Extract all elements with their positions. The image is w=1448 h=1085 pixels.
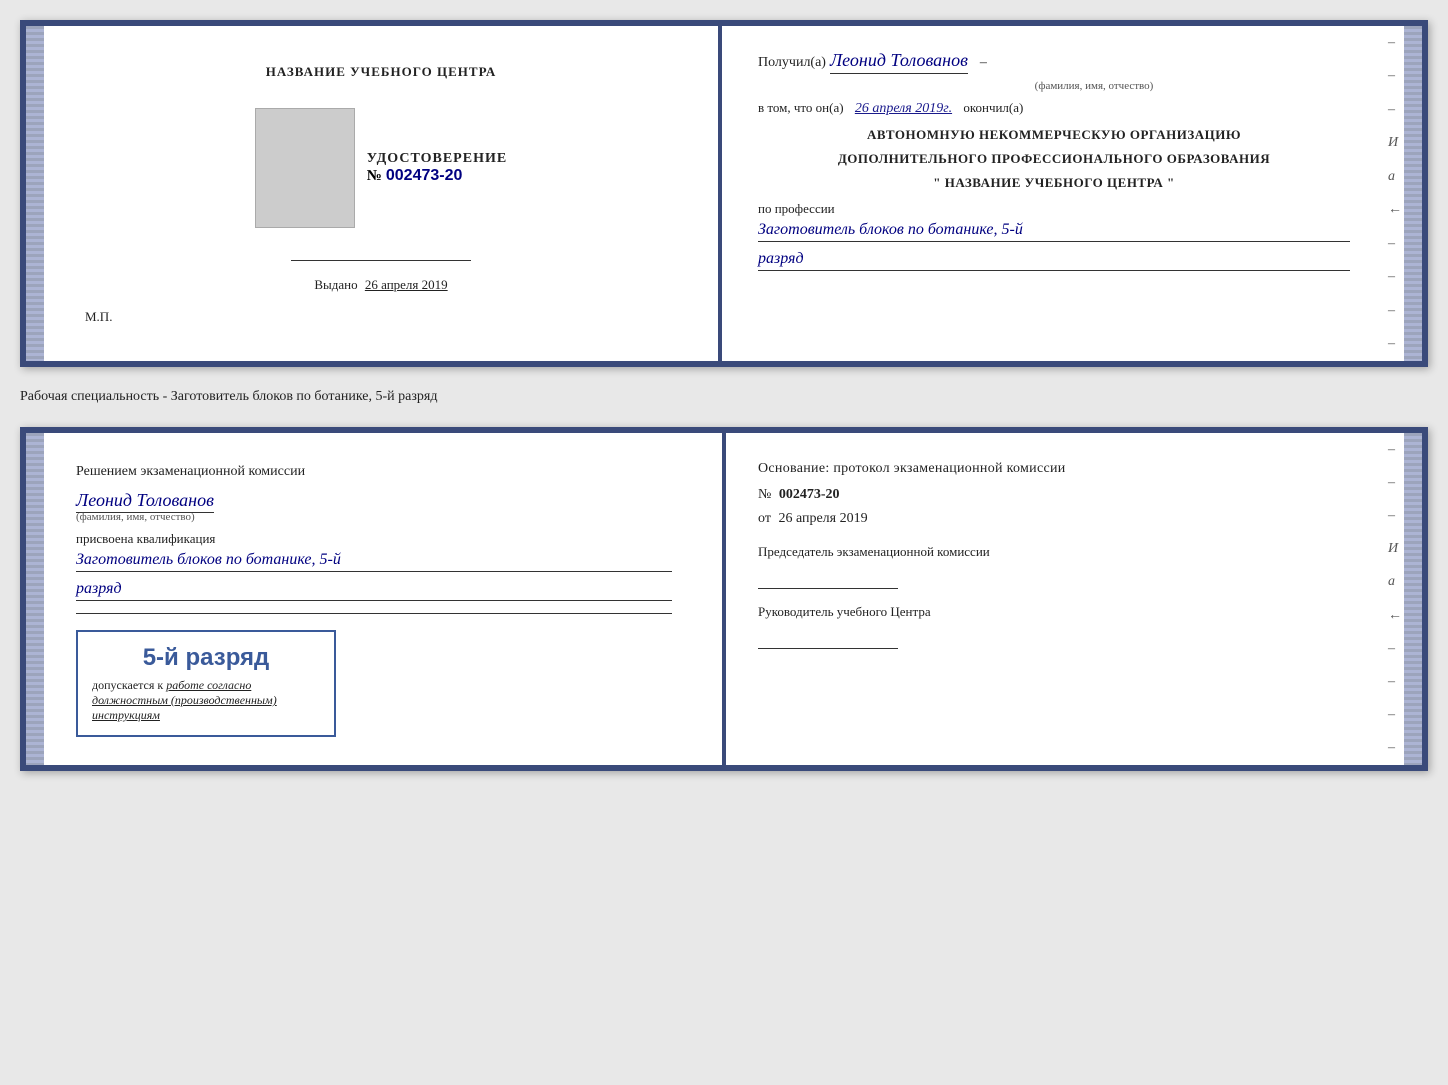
marker-arrow: ← xyxy=(1388,203,1402,217)
exam-name-block: Леонид Толованов (фамилия, имя, отчество… xyxy=(76,490,672,523)
basis-label: Основание: протокол экзаменационной коми… xyxy=(758,461,1354,477)
stamp-box: 5-й разряд допускается к работе согласно… xyxy=(76,630,336,737)
stamp-admit: допускается к работе согласно должностны… xyxy=(92,678,320,723)
issued-date: 26 апреля 2019 xyxy=(365,277,448,292)
photo-placeholder xyxy=(255,108,355,228)
dash-3: – xyxy=(1388,103,1402,117)
assigned-label: присвоена квалификация xyxy=(76,531,672,547)
fio-label-cert: (фамилия, имя, отчество) xyxy=(838,80,1350,92)
profession-label: по профессии xyxy=(758,201,1350,217)
profession-text: Заготовитель блоков по ботанике, 5-й xyxy=(758,221,1350,242)
exam-fio-label: (фамилия, имя, отчество) xyxy=(76,511,672,523)
exam-marker-arrow: ← xyxy=(1388,609,1402,623)
decision-label: Решением экзаменационной комиссии xyxy=(76,461,672,482)
cert-right-panel: Получил(а) Леонид Толованов – (фамилия, … xyxy=(722,26,1422,361)
marker-a: а xyxy=(1388,170,1402,184)
exam-dash-5: – xyxy=(1388,675,1402,689)
exam-dash-4: – xyxy=(1388,642,1402,656)
exam-date: 26 апреля 2019 xyxy=(778,511,867,526)
exam-left-inner: Решением экзаменационной комиссии Леонид… xyxy=(76,461,672,737)
exam-dash-3: – xyxy=(1388,509,1402,523)
issued-line: Выдано 26 апреля 2019 xyxy=(85,277,677,293)
udostoverenie-title: УДОСТОВЕРЕНИЕ xyxy=(367,151,507,167)
exam-dash-1: – xyxy=(1388,443,1402,457)
dash-2: – xyxy=(1388,69,1402,83)
director-sign-line xyxy=(758,629,898,649)
completed-suffix: окончил(а) xyxy=(963,100,1023,115)
dash-4: – xyxy=(1388,237,1402,251)
cert-left-inner: НАЗВАНИЕ УЧЕБНОГО ЦЕНТРА УДОСТОВЕРЕНИЕ №… xyxy=(85,54,677,333)
exam-dash-7: – xyxy=(1388,741,1402,755)
exam-date-line: от 26 апреля 2019 xyxy=(758,511,1354,527)
date-line-cert: в том, что он(а) 26 апреля 2019г. окончи… xyxy=(758,100,1350,117)
dash-1: – xyxy=(1388,36,1402,50)
stamp-admit-prefix: допускается к xyxy=(92,678,163,692)
exam-number-prefix: № xyxy=(758,487,771,502)
recipient-name: Леонид Толованов xyxy=(830,50,968,74)
dash-7: – xyxy=(1388,337,1402,351)
cert-number: 002473-20 xyxy=(386,167,463,185)
org-line2: ДОПОЛНИТЕЛЬНОГО ПРОФЕССИОНАЛЬНОГО ОБРАЗО… xyxy=(758,151,1350,167)
org-name: " НАЗВАНИЕ УЧЕБНОГО ЦЕНТРА " xyxy=(758,175,1350,191)
exam-right-inner: Основание: протокол экзаменационной коми… xyxy=(758,461,1354,649)
udostoverenie-block: УДОСТОВЕРЕНИЕ № 002473-20 xyxy=(367,151,507,185)
exam-left-panel: Решением экзаменационной комиссии Леонид… xyxy=(26,433,726,765)
exam-dash-2: – xyxy=(1388,476,1402,490)
stamp-rank: 5-й разряд xyxy=(92,644,320,672)
cert-right-inner: Получил(а) Леонид Толованов – (фамилия, … xyxy=(758,50,1350,337)
right-margin-marks: – – – И а ← – – – – xyxy=(1388,36,1402,351)
number-prefix: № xyxy=(367,168,382,185)
rank-text-cert: разряд xyxy=(758,250,1350,271)
chairman-label: Председатель экзаменационной комиссии xyxy=(758,543,1354,561)
certificate-document: НАЗВАНИЕ УЧЕБНОГО ЦЕНТРА УДОСТОВЕРЕНИЕ №… xyxy=(20,20,1428,367)
exam-recipient-name: Леонид Толованов xyxy=(76,490,214,513)
exam-dash-6: – xyxy=(1388,708,1402,722)
exam-right-panel: Основание: протокол экзаменационной коми… xyxy=(726,433,1422,765)
exam-right-margin-marks: – – – И а ← – – – – xyxy=(1388,443,1402,755)
cert-left-panel: НАЗВАНИЕ УЧЕБНОГО ЦЕНТРА УДОСТОВЕРЕНИЕ №… xyxy=(26,26,722,361)
exam-marker-i: И xyxy=(1388,542,1402,556)
in-that-prefix: в том, что он(а) xyxy=(758,100,844,115)
exam-qualification-text: Заготовитель блоков по ботанике, 5-й xyxy=(76,551,672,572)
in-that-date: 26 апреля 2019г. xyxy=(855,101,952,116)
issued-label: Выдано xyxy=(314,277,357,292)
exam-document: Решением экзаменационной комиссии Леонид… xyxy=(20,427,1428,771)
exam-date-prefix: от xyxy=(758,511,771,526)
training-center-title: НАЗВАНИЕ УЧЕБНОГО ЦЕНТРА xyxy=(266,64,497,80)
recipient-line: Получил(а) Леонид Толованов – xyxy=(758,50,1350,74)
org-line1: АВТОНОМНУЮ НЕКОММЕРЧЕСКУЮ ОРГАНИЗАЦИЮ xyxy=(758,127,1350,143)
exam-marker-a: а xyxy=(1388,575,1402,589)
received-prefix: Получил(а) xyxy=(758,55,826,71)
mp-label: М.П. xyxy=(85,309,112,333)
specialty-label: Рабочая специальность - Заготовитель бло… xyxy=(20,385,1428,409)
page-wrapper: НАЗВАНИЕ УЧЕБНОГО ЦЕНТРА УДОСТОВЕРЕНИЕ №… xyxy=(20,20,1428,771)
exam-number: 002473-20 xyxy=(779,487,840,502)
dash-6: – xyxy=(1388,304,1402,318)
chairman-sign-line xyxy=(758,569,898,589)
director-label: Руководитель учебного Центра xyxy=(758,603,1354,621)
dash-5: – xyxy=(1388,270,1402,284)
exam-rank-text: разряд xyxy=(76,580,672,601)
exam-number-line: № 002473-20 xyxy=(758,487,1354,503)
marker-i: И xyxy=(1388,136,1402,150)
